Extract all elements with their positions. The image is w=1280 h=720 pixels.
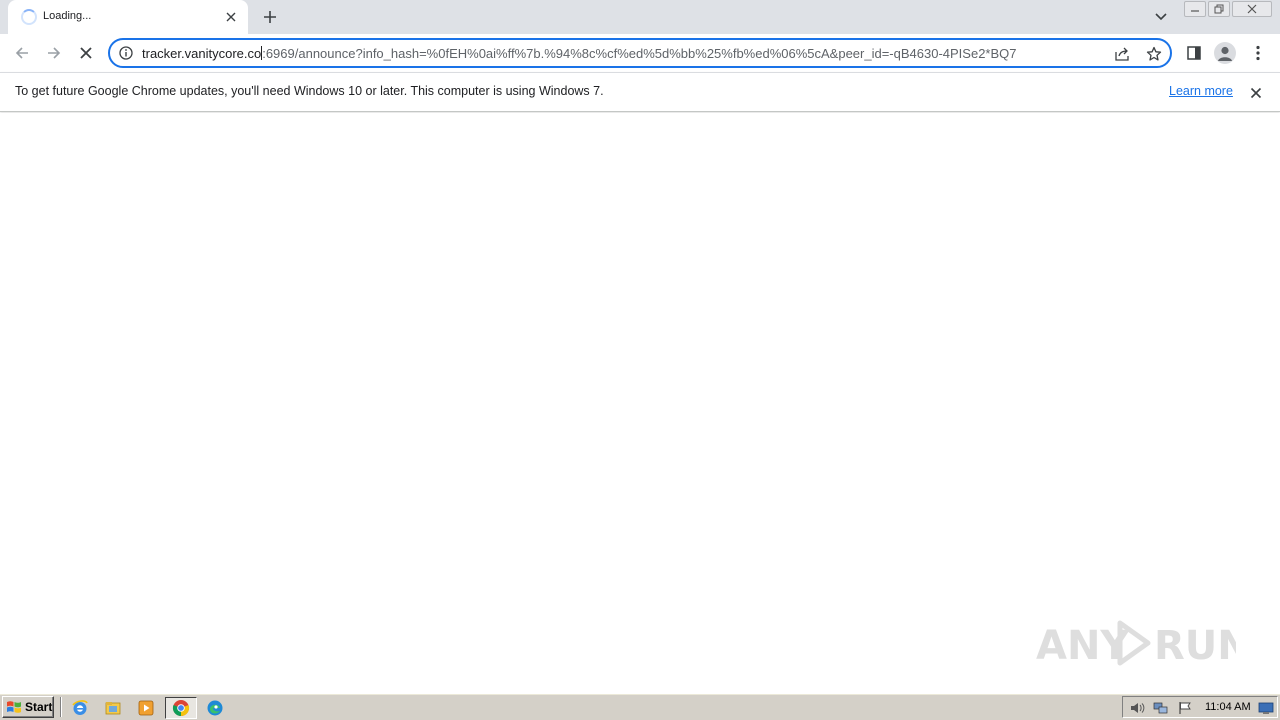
address-bar[interactable]: tracker.vanitycore.co:6969/announce?info…: [108, 38, 1172, 68]
bookmark-star-icon[interactable]: [1144, 44, 1164, 64]
windows-flag-icon: [7, 701, 21, 713]
stop-loading-button[interactable]: [72, 39, 100, 67]
svg-text:RUN: RUN: [1154, 623, 1236, 669]
arrow-left-icon: [15, 47, 28, 59]
window-minimize-button[interactable]: [1184, 1, 1206, 17]
windows-taskbar: Start 11:04 AM: [0, 693, 1280, 720]
close-icon: [80, 47, 92, 59]
url-host: tracker.vanitycore.co: [142, 46, 262, 61]
action-center-flag-icon[interactable]: [1176, 699, 1194, 716]
svg-text:ANY: ANY: [1036, 623, 1130, 669]
network-icon[interactable]: [1152, 699, 1170, 716]
learn-more-link[interactable]: Learn more: [1169, 84, 1233, 98]
anyrun-watermark-logo: ANY RUN: [1036, 613, 1251, 673]
share-icon[interactable]: [1112, 44, 1132, 64]
taskbar-clock[interactable]: 11:04 AM: [1205, 701, 1251, 713]
start-button[interactable]: Start: [2, 696, 54, 718]
chrome-taskbar-button[interactable]: [165, 697, 197, 719]
media-player-icon[interactable]: [134, 697, 158, 719]
system-tray: 11:04 AM: [1122, 696, 1278, 718]
info-icon[interactable]: [118, 45, 134, 61]
kebab-menu-icon: [1256, 45, 1260, 61]
forward-button[interactable]: [40, 39, 68, 67]
tab-active[interactable]: Loading...: [8, 0, 248, 34]
window-restore-button[interactable]: [1208, 1, 1230, 17]
internet-explorer-icon[interactable]: [68, 697, 92, 719]
start-label: Start: [25, 700, 53, 714]
tab-close-icon[interactable]: [222, 8, 240, 26]
close-icon: [1250, 87, 1262, 99]
back-button[interactable]: [8, 39, 36, 67]
chrome-menu-button[interactable]: [1245, 40, 1271, 66]
tab-search-button[interactable]: [1150, 6, 1172, 28]
chrome-icon: [172, 700, 190, 717]
person-icon: [1214, 42, 1236, 64]
profile-button[interactable]: [1212, 40, 1238, 66]
show-desktop-icon[interactable]: [1257, 699, 1275, 716]
tab-title: Loading...: [43, 10, 92, 22]
side-panel-icon: [1187, 46, 1201, 60]
taskbar-separator: [60, 697, 62, 717]
arrow-right-icon: [48, 47, 61, 59]
file-explorer-icon[interactable]: [101, 697, 125, 719]
infobar-close-button[interactable]: [1246, 83, 1266, 103]
browser-toolbar: tracker.vanitycore.co:6969/announce?info…: [0, 34, 1280, 72]
volume-icon[interactable]: [1128, 699, 1146, 716]
edge-icon[interactable]: [203, 697, 227, 719]
update-infobar: To get future Google Chrome updates, you…: [0, 72, 1280, 112]
url-path: :6969/announce?info_hash=%0fEH%0ai%ff%7b…: [262, 46, 1017, 61]
infobar-message: To get future Google Chrome updates, you…: [15, 84, 604, 98]
new-tab-button[interactable]: [258, 5, 282, 29]
tab-strip: Loading...: [0, 0, 1280, 34]
loading-spinner-icon: [21, 9, 37, 25]
side-panel-button[interactable]: [1181, 40, 1207, 66]
window-close-button[interactable]: [1232, 1, 1272, 17]
page-content: ANY RUN: [0, 113, 1280, 693]
url-text[interactable]: tracker.vanitycore.co:6969/announce?info…: [142, 46, 1106, 62]
